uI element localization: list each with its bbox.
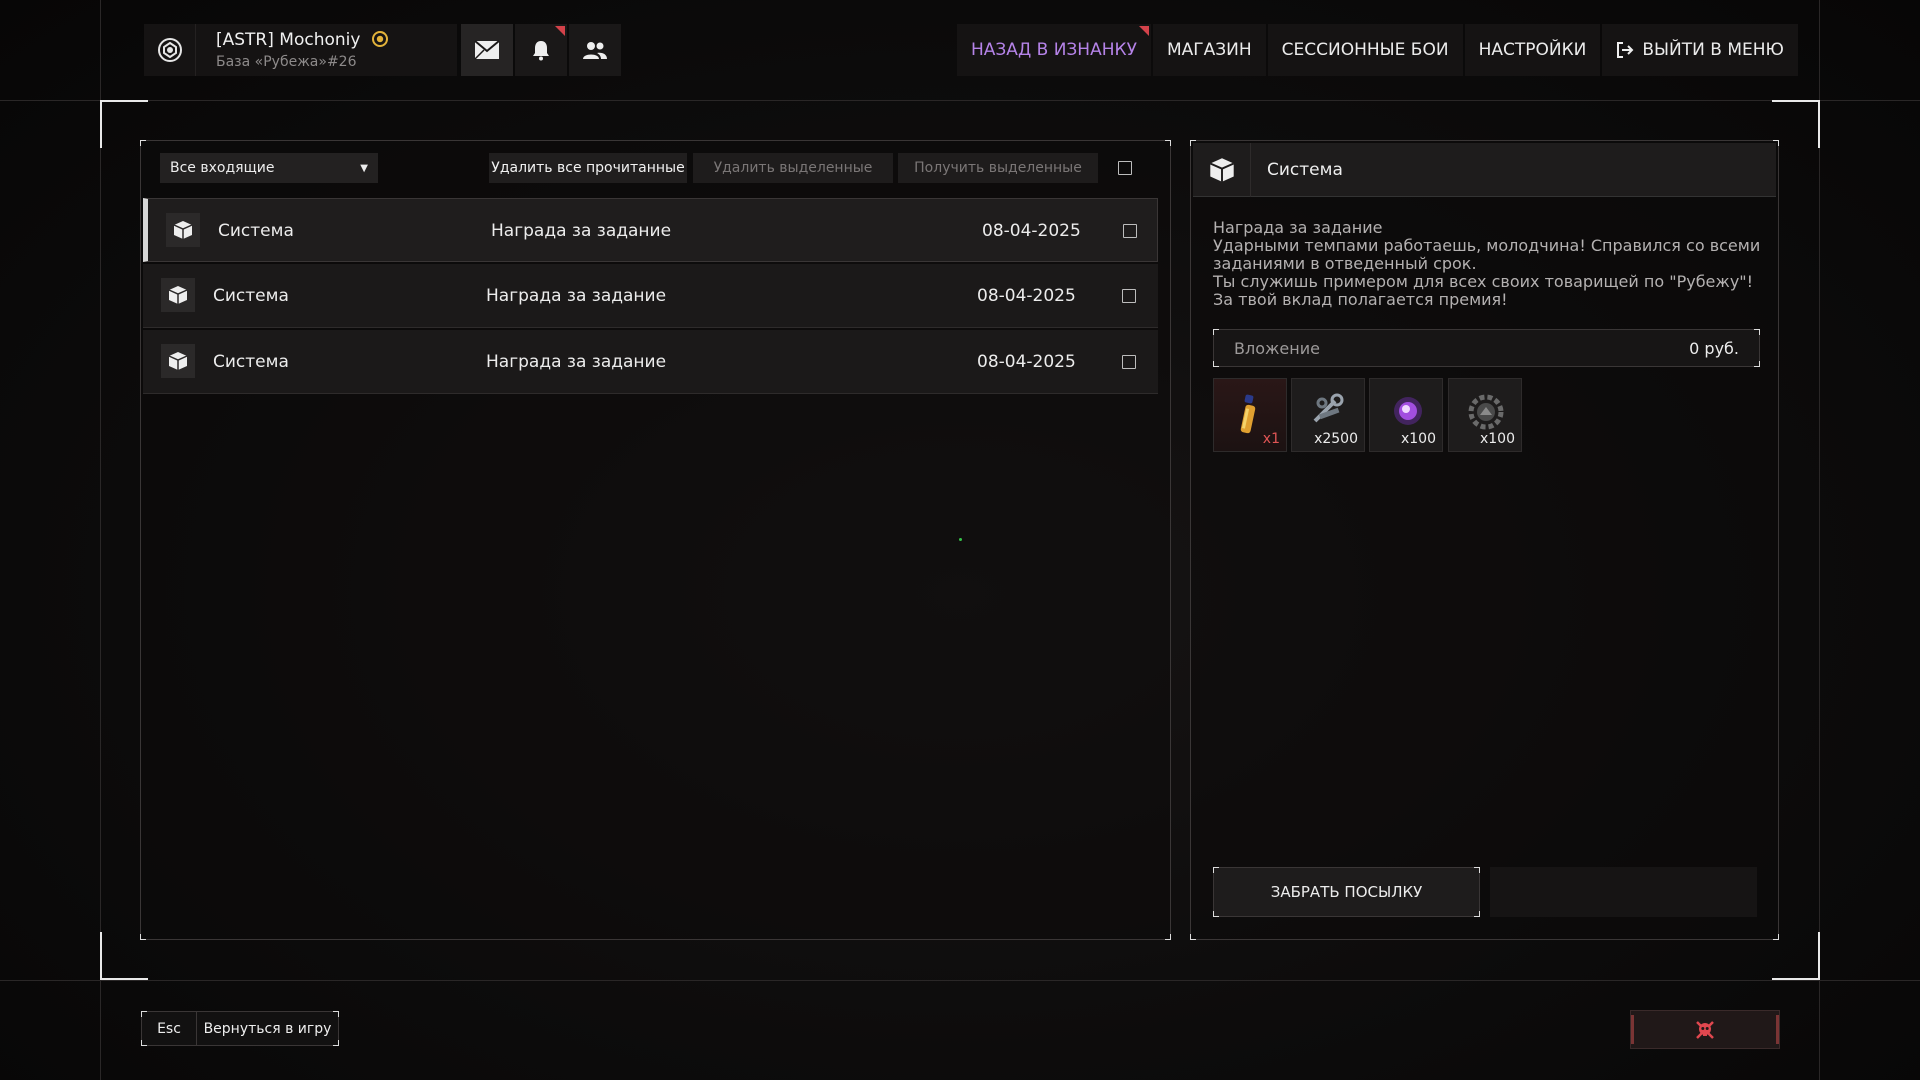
reward-item[interactable]: x2500 bbox=[1291, 378, 1365, 452]
session-battles-button[interactable]: СЕССИОННЫЕ БОИ bbox=[1267, 24, 1463, 76]
reward-item[interactable]: x100 bbox=[1448, 378, 1522, 452]
mail-button[interactable] bbox=[461, 24, 513, 76]
premium-badge-icon bbox=[371, 31, 388, 47]
envelope-icon bbox=[474, 40, 500, 60]
mail-row-checkbox[interactable] bbox=[1122, 355, 1136, 369]
notification-indicator bbox=[1138, 26, 1149, 36]
friends-icon bbox=[583, 42, 607, 59]
settings-button[interactable]: НАСТРОЙКИ bbox=[1464, 24, 1601, 76]
return-to-game-label: Вернуться в игру bbox=[203, 1020, 332, 1037]
attachment-value: 0 руб. bbox=[1689, 339, 1739, 358]
select-all-checkbox[interactable] bbox=[1118, 161, 1132, 175]
package-icon bbox=[1193, 143, 1251, 197]
bell-icon bbox=[533, 41, 549, 61]
mail-subject: Награда за задание bbox=[486, 352, 667, 372]
esc-key-hint: Esc bbox=[142, 1012, 197, 1045]
item-count: x100 bbox=[1400, 431, 1436, 447]
back-to-underside-button[interactable]: НАЗАД В ИЗНАНКУ bbox=[957, 24, 1151, 76]
reward-item[interactable]: x1 bbox=[1213, 378, 1287, 452]
delete-selected-button[interactable]: Удалить выделенные bbox=[693, 153, 893, 183]
mail-body-line: Награда за задание bbox=[1213, 218, 1383, 237]
mail-sender: Система bbox=[213, 352, 289, 372]
mail-row-checkbox[interactable] bbox=[1123, 224, 1137, 238]
mail-row[interactable]: Система Награда за задание 08-04-2025 bbox=[143, 330, 1158, 394]
mail-body-line: Ты служишь примером для всех своих товар… bbox=[1213, 272, 1754, 291]
mail-date: 08-04-2025 bbox=[977, 286, 1076, 306]
mail-subject: Награда за задание bbox=[491, 221, 672, 241]
clan-emblem-icon bbox=[144, 24, 196, 76]
return-to-game-button[interactable]: Esc Вернуться в игру bbox=[141, 1011, 339, 1046]
dropdown-arrow-icon: ▼ bbox=[360, 162, 368, 174]
attachment-bar: Вложение 0 руб. bbox=[1213, 329, 1760, 367]
item-count: x2500 bbox=[1314, 431, 1358, 447]
exit-icon bbox=[1617, 42, 1634, 58]
mail-filter-value: Все входящие bbox=[170, 160, 275, 176]
mail-detail-header: Система bbox=[1193, 143, 1776, 197]
frame-line-left bbox=[100, 0, 101, 1080]
claim-selected-button[interactable]: Получить выделенные bbox=[898, 153, 1098, 183]
frame-line-right bbox=[1819, 0, 1820, 1080]
mail-body: Награда за задание Ударными темпами рабо… bbox=[1213, 218, 1761, 309]
item-count: x100 bbox=[1479, 431, 1515, 447]
top-navigation: НАЗАД В ИЗНАНКУ МАГАЗИН СЕССИОННЫЕ БОИ Н… bbox=[957, 24, 1798, 76]
empty-action-slot bbox=[1490, 867, 1757, 917]
item-count: x1 bbox=[1262, 431, 1280, 447]
player-name: [ASTR] Mochoniy bbox=[216, 30, 388, 50]
frame-corner bbox=[1772, 100, 1820, 148]
mail-sender: Система bbox=[218, 221, 294, 241]
frame-line-top bbox=[0, 100, 1920, 101]
player-profile[interactable]: [ASTR] Mochoniy База «Рубежа»#26 bbox=[144, 24, 457, 76]
mail-row[interactable]: Система Награда за задание 08-04-2025 bbox=[143, 264, 1158, 328]
mail-date: 08-04-2025 bbox=[977, 352, 1076, 372]
package-icon bbox=[166, 213, 200, 247]
package-icon bbox=[161, 278, 195, 312]
notification-indicator bbox=[555, 26, 565, 36]
mail-body-line: За твой вклад полагается премия! bbox=[1213, 290, 1508, 309]
scrap-parts-icon bbox=[1313, 393, 1344, 423]
mail-sender: Система bbox=[213, 286, 289, 306]
delete-all-read-button[interactable]: Удалить все прочитанные bbox=[489, 153, 687, 183]
fuel-canister-icon bbox=[1240, 394, 1256, 434]
mail-row[interactable]: Система Награда за задание 08-04-2025 bbox=[143, 198, 1158, 262]
frame-line-bottom bbox=[0, 980, 1920, 981]
mail-detail-sender: Система bbox=[1267, 160, 1343, 180]
cursor-dot bbox=[959, 538, 962, 541]
mail-body-line: Ударными темпами работаешь, молодчина! С… bbox=[1213, 236, 1761, 255]
package-icon bbox=[161, 344, 195, 378]
mail-body-line: заданиями в отведенный срок. bbox=[1213, 254, 1477, 273]
report-button[interactable] bbox=[1630, 1010, 1780, 1049]
player-location: База «Рубежа»#26 bbox=[216, 54, 357, 70]
claim-package-label: ЗАБРАТЬ ПОСЫЛКУ bbox=[1270, 883, 1423, 901]
frame-corner bbox=[1772, 932, 1820, 980]
skull-crossbones-icon bbox=[1696, 1020, 1714, 1039]
attachment-label: Вложение bbox=[1234, 339, 1320, 358]
claim-package-button[interactable]: ЗАБРАТЬ ПОСЫЛКУ bbox=[1213, 867, 1480, 917]
exit-to-menu-button[interactable]: ВЫЙТИ В МЕНЮ bbox=[1602, 24, 1798, 76]
mail-date: 08-04-2025 bbox=[982, 221, 1081, 241]
notifications-button[interactable] bbox=[515, 24, 567, 76]
mail-filter-select[interactable]: Все входящие ▼ bbox=[160, 153, 378, 183]
reward-item[interactable]: x100 bbox=[1369, 378, 1443, 452]
friends-button[interactable] bbox=[569, 24, 621, 76]
shop-button[interactable]: МАГАЗИН bbox=[1152, 24, 1266, 76]
purple-energy-orb-icon bbox=[1394, 397, 1422, 425]
gear-badge-icon bbox=[1468, 394, 1504, 430]
mail-row-checkbox[interactable] bbox=[1122, 289, 1136, 303]
mail-subject: Награда за задание bbox=[486, 286, 667, 306]
